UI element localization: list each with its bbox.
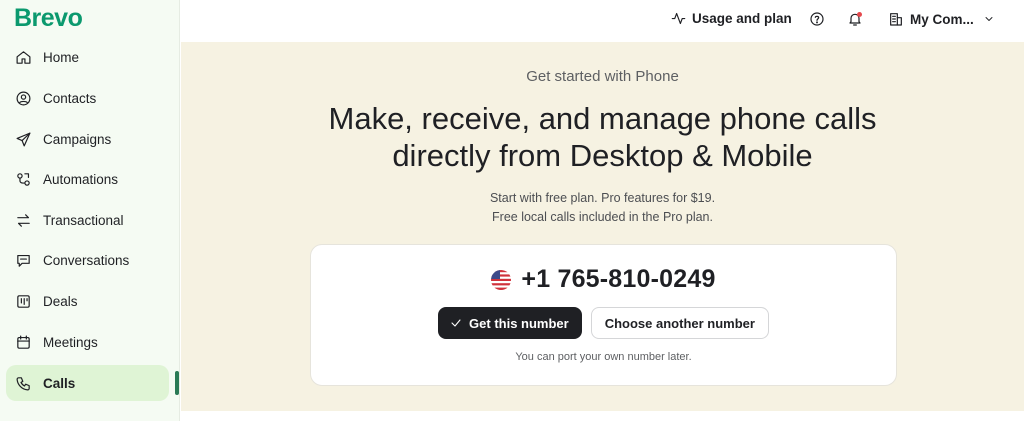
sidebar-item-label: Deals <box>43 293 78 309</box>
sidebar-item-label: Transactional <box>43 212 124 228</box>
sidebar-item-campaigns[interactable]: Campaigns <box>6 121 169 157</box>
check-icon <box>451 319 461 327</box>
choose-another-number-label: Choose another number <box>604 315 755 331</box>
card-actions: Get this number Choose another number <box>311 307 896 339</box>
phone-icon <box>14 374 32 392</box>
automation-icon <box>14 170 32 188</box>
phone-number: +1 765-810-0249 <box>521 265 716 293</box>
sidebar-item-meetings[interactable]: Meetings <box>6 324 169 360</box>
sidebar-item-label: Contacts <box>43 90 97 106</box>
sidebar-item-label: Calls <box>43 375 76 391</box>
eyebrow-text: Get started with Phone <box>526 68 679 85</box>
sidebar-item-label: Conversations <box>43 252 130 268</box>
get-this-number-label: Get this number <box>469 315 569 331</box>
home-icon <box>14 48 32 66</box>
account-name: My Com... <box>910 11 974 27</box>
chevron-down-icon <box>985 17 993 21</box>
subtext-line-2: Free local calls included in the Pro pla… <box>492 210 713 224</box>
transfer-arrows-icon <box>14 211 32 229</box>
paper-plane-icon <box>14 130 32 148</box>
sidebar: Brevo Home Contacts Campaigns Automation… <box>0 0 180 421</box>
active-indicator <box>175 371 179 395</box>
topbar: Usage and plan My Com... <box>181 0 1024 42</box>
notification-dot <box>857 12 862 17</box>
port-number-note: You can port your own number later. <box>515 351 692 363</box>
account-menu-button[interactable]: My Com... <box>888 11 995 27</box>
contacts-icon <box>14 89 32 107</box>
help-button[interactable] <box>809 11 827 29</box>
sidebar-item-label: Automations <box>43 171 119 187</box>
usage-and-plan-label: Usage and plan <box>692 11 792 26</box>
chat-bubble-icon <box>14 251 32 269</box>
activity-icon <box>671 12 686 25</box>
brevo-logo[interactable]: Brevo <box>14 4 83 33</box>
phone-onboarding-hero: Get started with Phone Make, receive, an… <box>181 42 1024 411</box>
get-this-number-button[interactable]: Get this number <box>438 307 582 339</box>
subtext-line-1: Start with free plan. Pro features for $… <box>489 191 716 205</box>
sidebar-item-automations[interactable]: Automations <box>6 161 169 197</box>
sidebar-item-home[interactable]: Home <box>6 39 169 75</box>
choose-another-number-button[interactable]: Choose another number <box>590 307 769 339</box>
phone-number-card: +1 765-810-0249 Get this number Choose a… <box>310 244 897 386</box>
help-icon <box>810 12 824 26</box>
notifications-button[interactable] <box>847 11 865 29</box>
calendar-icon <box>14 333 32 351</box>
sidebar-item-label: Home <box>43 49 80 65</box>
sidebar-item-conversations[interactable]: Conversations <box>6 242 169 278</box>
usage-and-plan-button[interactable]: Usage and plan <box>671 11 792 26</box>
sidebar-item-transactional[interactable]: Transactional <box>6 202 169 238</box>
sidebar-item-label: Meetings <box>43 334 98 350</box>
sidebar-item-calls[interactable]: Calls <box>6 365 169 401</box>
us-flag-icon <box>491 269 512 290</box>
kanban-icon <box>14 292 32 310</box>
headline-line-1: Make, receive, and manage phone calls <box>328 101 877 136</box>
building-icon <box>890 13 902 26</box>
sidebar-item-deals[interactable]: Deals <box>6 283 169 319</box>
phone-number-row: +1 765-810-0249 <box>311 265 896 294</box>
sidebar-item-contacts[interactable]: Contacts <box>6 80 169 116</box>
page-title: Make, receive, and manage phone calls di… <box>181 100 1024 174</box>
sidebar-item-label: Campaigns <box>43 131 112 147</box>
headline-line-2: directly from Desktop & Mobile <box>392 138 813 173</box>
pricing-subtext: Start with free plan. Pro features for $… <box>181 189 1024 227</box>
